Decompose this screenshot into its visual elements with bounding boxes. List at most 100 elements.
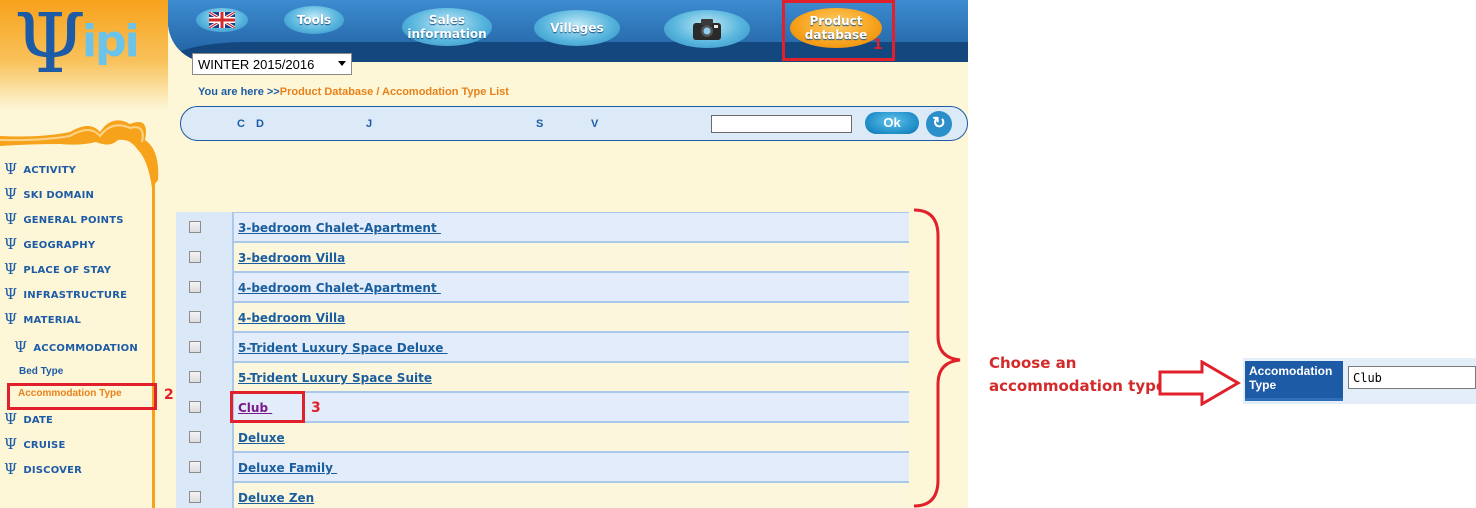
- sidebar-item-label: DISCOVER: [23, 465, 83, 476]
- list-item: 3-bedroom Chalet-Apartment: [176, 212, 909, 242]
- photo-gallery-button[interactable]: [664, 10, 750, 48]
- sidebar-subitem-bed-type[interactable]: Bed Type: [19, 366, 63, 377]
- list-item: Deluxe Zen: [176, 482, 909, 508]
- sidebar-item-date[interactable]: Ψ DATE: [4, 410, 53, 428]
- letter-filter-v[interactable]: V: [591, 118, 598, 130]
- search-input[interactable]: [711, 115, 852, 133]
- sidebar-item-label: INFRASTRUCTURE: [23, 290, 128, 301]
- row-checkbox[interactable]: [189, 401, 201, 413]
- letter-filter-d[interactable]: D: [256, 118, 264, 130]
- row-checkbox[interactable]: [189, 341, 201, 353]
- list-item-link[interactable]: 3-bedroom Villa: [238, 251, 345, 265]
- sidebar-item-ski-domain[interactable]: Ψ SKI DOMAIN: [4, 185, 94, 203]
- app-window: Ψ ipi Tools Sales information Villages P…: [0, 0, 968, 508]
- sidebar-item-geography[interactable]: Ψ GEOGRAPHY: [4, 235, 95, 253]
- bracket-annotation: [913, 208, 961, 508]
- trident-icon: Ψ: [4, 285, 18, 303]
- list-item: Deluxe Family: [176, 452, 909, 482]
- list-item: 5-Trident Luxury Space Suite: [176, 362, 909, 392]
- row-checkbox[interactable]: [189, 371, 201, 383]
- trident-icon: Ψ: [4, 435, 18, 453]
- sidebar-item-label: SKI DOMAIN: [23, 190, 95, 201]
- sidebar: Ψ ACTIVITY Ψ SKI DOMAIN Ψ GENERAL POINTS ΨG…: [0, 110, 168, 508]
- arrow-right-icon: [1158, 360, 1241, 406]
- season-select[interactable]: WINTER 2015/2016: [192, 53, 352, 75]
- step-number-3: 3: [311, 400, 321, 416]
- villages-button[interactable]: Villages: [534, 10, 620, 46]
- row-checkbox[interactable]: [189, 311, 201, 323]
- sidebar-item-activity[interactable]: Ψ ACTIVITY: [4, 160, 76, 178]
- trident-icon: Ψ: [4, 210, 18, 228]
- list-item: 4-bedroom Chalet-Apartment: [176, 272, 909, 302]
- trident-icon: Ψ: [4, 410, 18, 428]
- list-item: 5-Trident Luxury Space Deluxe: [176, 332, 909, 362]
- field-label-underline: [1245, 398, 1343, 401]
- villages-label: Villages: [550, 21, 604, 35]
- trident-icon: Ψ: [4, 160, 18, 178]
- uk-flag-icon: [209, 12, 235, 28]
- sidebar-swoosh-decoration: [0, 120, 159, 188]
- trident-icon: Ψ: [4, 460, 18, 478]
- letter-filter-j[interactable]: J: [366, 118, 372, 130]
- logo-trident: Ψ: [14, 0, 86, 92]
- sidebar-item-label: GEOGRAPHY: [23, 240, 96, 251]
- row-checkbox[interactable]: [189, 281, 201, 293]
- sales-information-button[interactable]: Sales information: [402, 8, 492, 46]
- list-item-link[interactable]: Deluxe Zen: [238, 491, 314, 505]
- trident-icon: Ψ: [4, 260, 18, 278]
- row-checkbox[interactable]: [189, 431, 201, 443]
- sidebar-item-place-of-stay[interactable]: Ψ PLACE OF STAY: [4, 260, 111, 278]
- camera-icon: [693, 19, 721, 40]
- sidebar-item-discover[interactable]: Ψ DISCOVER: [4, 460, 82, 478]
- list-item: Deluxe: [176, 422, 909, 452]
- highlight-club-item: [230, 391, 305, 423]
- step-number-2: 2: [164, 387, 174, 403]
- trident-icon: Ψ: [14, 338, 28, 356]
- letter-filter-s[interactable]: S: [536, 118, 543, 130]
- row-checkbox[interactable]: [189, 461, 201, 473]
- refresh-icon[interactable]: ↻: [926, 111, 952, 137]
- season-value: WINTER 2015/2016: [198, 57, 315, 72]
- callout-line-1: Choose an: [989, 354, 1077, 372]
- list-item-link[interactable]: 5-Trident Luxury Space Deluxe: [238, 341, 448, 355]
- accommodation-type-input[interactable]: Club: [1348, 366, 1476, 389]
- sidebar-item-label: DATE: [23, 415, 54, 426]
- chevron-down-icon: [338, 61, 346, 66]
- list-item-link[interactable]: 4-bedroom Chalet-Apartment: [238, 281, 441, 295]
- language-flag-button[interactable]: [196, 8, 248, 32]
- step-number-1: 1: [873, 37, 883, 53]
- breadcrumb: You are here >>Product Database / Accomo…: [198, 86, 509, 98]
- list-item-link[interactable]: 4-bedroom Villa: [238, 311, 345, 325]
- callout-line-2: accommodation type: [989, 377, 1167, 395]
- list-item-link[interactable]: Deluxe: [238, 431, 285, 445]
- tools-label: Tools: [296, 13, 332, 27]
- breadcrumb-path[interactable]: Product Database / Accomodation Type Lis…: [280, 86, 509, 98]
- trident-icon: Ψ: [4, 310, 18, 328]
- row-checkbox[interactable]: [189, 491, 201, 503]
- sidebar-item-label: MATERIAL: [23, 315, 82, 326]
- sidebar-item-label: ACTIVITY: [23, 165, 77, 176]
- sidebar-item-label: ACCOMMODATION: [33, 343, 138, 354]
- sidebar-item-infrastructure[interactable]: Ψ INFRASTRUCTURE: [4, 285, 127, 303]
- sidebar-item-cruise[interactable]: Ψ CRUISE: [4, 435, 65, 453]
- row-checkbox[interactable]: [189, 221, 201, 233]
- logo-text: ipi: [82, 16, 140, 67]
- tools-button[interactable]: Tools: [284, 6, 344, 34]
- highlight-accommodation-type: [7, 383, 157, 410]
- sidebar-item-label: CRUISE: [23, 440, 66, 451]
- sidebar-item-material[interactable]: Ψ MATERIAL: [4, 310, 81, 328]
- sidebar-item-accommodation[interactable]: Ψ ACCOMMODATION: [14, 338, 138, 356]
- ok-button[interactable]: Ok: [865, 112, 919, 134]
- list-item-link[interactable]: Deluxe Family: [238, 461, 337, 475]
- sidebar-item-general-points[interactable]: Ψ GENERAL POINTS: [4, 210, 124, 228]
- trident-icon: Ψ: [4, 235, 18, 253]
- list-item: 3-bedroom Villa: [176, 242, 909, 272]
- sidebar-item-label: GENERAL POINTS: [23, 215, 124, 226]
- list-item-link[interactable]: 3-bedroom Chalet-Apartment: [238, 221, 441, 235]
- list-item: 4-bedroom Villa: [176, 302, 909, 332]
- row-checkbox[interactable]: [189, 251, 201, 263]
- letter-filter-c[interactable]: C: [237, 118, 245, 130]
- trident-icon: Ψ: [4, 185, 18, 203]
- list-item-link[interactable]: 5-Trident Luxury Space Suite: [238, 371, 432, 385]
- breadcrumb-prefix: You are here >>: [198, 86, 280, 98]
